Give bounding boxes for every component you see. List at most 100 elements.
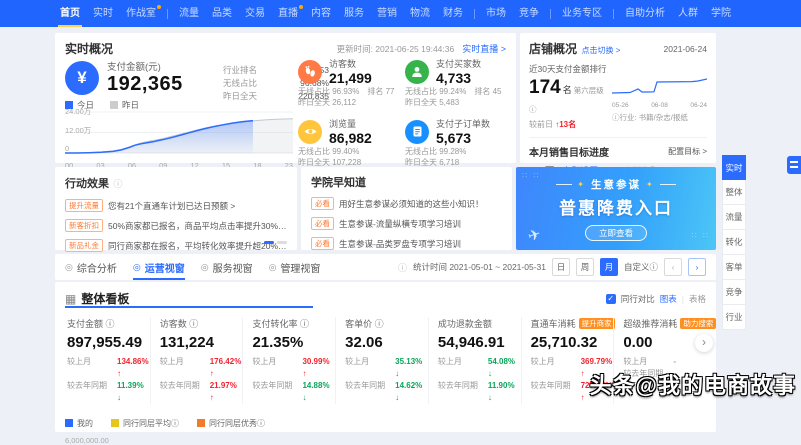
nav-item-self-analysis[interactable]: 自助分析 xyxy=(623,0,667,27)
next-period-button[interactable]: › xyxy=(688,258,706,276)
metric-sub-orders: 支付子订单数 5,673 无线占比 99.28% 昨日全天 6,718 xyxy=(405,117,507,168)
top-nav: 首页 实时 作战室 流量 品类 交易 直播 内容 服务 营销 物流 财务 市场 … xyxy=(0,0,801,27)
edge-float-tab[interactable] xyxy=(787,156,801,174)
nav-item-trade[interactable]: 交易 xyxy=(243,0,267,27)
banner-view-button[interactable]: 立即查看 xyxy=(585,225,647,241)
kanban-next-page-chevron[interactable]: › xyxy=(695,334,713,352)
rail-item-realtime[interactable]: 实时 xyxy=(722,155,746,180)
pay-amount-label: 支付金额(元) xyxy=(107,59,183,73)
metric-label: 支付子订单数 xyxy=(436,117,490,130)
peer-compare-checkbox[interactable]: ✓ xyxy=(606,294,616,304)
rail-item-industry[interactable]: 行业 xyxy=(722,305,746,330)
anchor-side-rail: 实时 整体 流量 转化 客单 竞争 行业 xyxy=(722,155,746,330)
tab-circle-icon: ◎ xyxy=(65,262,73,273)
realtime-title: 实时概况 xyxy=(65,40,113,57)
rail-item-conversion[interactable]: 转化 xyxy=(722,230,746,255)
rail-item-traffic[interactable]: 流量 xyxy=(722,205,746,230)
nav-item-category[interactable]: 品类 xyxy=(210,0,234,27)
range-custom-button[interactable]: 自定义ⓘ xyxy=(624,261,658,273)
spark-icon: ✦ xyxy=(646,180,655,189)
dashboard-page: 首页 实时 作战室 流量 品类 交易 直播 内容 服务 营销 物流 财务 市场 … xyxy=(0,0,801,400)
academy-link[interactable]: 用好生意参谋必须知道的这些小知识！ xyxy=(339,198,484,210)
analysis-toolbar: ◎综合分析 ◎运营视窗 ◎服务视窗 ◎管理视窗 ⓘ 统计时间 2021-05-0… xyxy=(55,254,716,280)
kanban-metric-conversion: 支付转化率 ⓘ 21.35% 较上月30.99% ↑ 较去年同期14.88% ↓ xyxy=(242,317,335,404)
nav-item-service[interactable]: 服务 xyxy=(342,0,366,27)
nav-item-academy[interactable]: 学院 xyxy=(709,0,733,27)
watermark-text: 头条@我的电商故事 xyxy=(590,368,796,400)
nav-item-home[interactable]: 首页 xyxy=(58,0,82,27)
tab-circle-icon: ◎ xyxy=(201,262,209,273)
academy-link[interactable]: 生意参谋-品类罗盘专项学习培训 xyxy=(339,238,461,250)
metric-pageviews: 浏览量 86,982 无线占比 99.40% 昨日全天 107,228 xyxy=(298,117,400,168)
nav-item-warroom[interactable]: 作战室 xyxy=(124,0,158,27)
carousel-dot-active[interactable] xyxy=(264,241,274,244)
metric-value: 5,673 xyxy=(436,130,490,146)
legend-peer-excellent[interactable]: 同行同层优秀ⓘ xyxy=(197,418,265,429)
spark-icon: ✦ xyxy=(577,180,586,189)
range-week-button[interactable]: 周 xyxy=(576,258,594,276)
nav-item-business-zone[interactable]: 业务专区 xyxy=(560,0,604,27)
view-chart-toggle[interactable]: 图表 xyxy=(660,293,677,305)
y-tick: 0 xyxy=(65,144,69,153)
view-table-toggle[interactable]: 表格 xyxy=(689,293,706,305)
range-month-button[interactable]: 月 xyxy=(600,258,618,276)
kanban-tab-underline xyxy=(65,306,313,308)
banner-deco-dots: ∷ ∷ xyxy=(692,231,710,240)
tab-service-window[interactable]: ◎服务视窗 xyxy=(201,254,253,280)
range-day-button[interactable]: 日 xyxy=(552,258,570,276)
promo-banner[interactable]: ∷ ∷ ∷ ∷ ✈ ✦ 生意参谋 ✦ 普惠降费入口 立即查看 xyxy=(516,167,716,250)
shop-overview-card: 店铺概况 点击切换 > 2021-06-24 近30天支付金额排行 174名第六… xyxy=(520,33,716,163)
action-link[interactable]: 同行商家都在报名，平均转化效率提升超20%，快速打… > xyxy=(108,240,287,252)
shop-date: 2021-06-24 xyxy=(664,44,707,54)
nav-item-live[interactable]: 直播 xyxy=(276,0,300,27)
metric-value: 86,982 xyxy=(329,130,372,146)
action-item: 提升流量 您有21个直通车计划已达日预额 > xyxy=(65,199,287,212)
metric-value: 21,499 xyxy=(329,70,372,86)
action-effect-card: 行动效果 ⓘ 提升流量 您有21个直通车计划已达日预额 > 新客折扣 50%商家… xyxy=(55,167,297,250)
y-tick: 24.00万 xyxy=(65,106,91,117)
nav-item-audience[interactable]: 人群 xyxy=(676,0,700,27)
prev-period-button[interactable]: ‹ xyxy=(664,258,682,276)
metric-label: 浏览量 xyxy=(329,117,372,130)
area-chart-svg xyxy=(65,109,293,155)
realtime-overview-card: 实时概况 更新时间: 2021-06-25 19:44:36 实时直播 > ¥ … xyxy=(55,33,516,163)
tab-operation-window[interactable]: ◎运营视窗 xyxy=(133,254,185,280)
action-link[interactable]: 您有21个直通车计划已达日预额 > xyxy=(108,200,235,212)
nav-item-content[interactable]: 内容 xyxy=(309,0,333,27)
nav-item-logistics[interactable]: 物流 xyxy=(408,0,432,27)
nav-item-finance[interactable]: 财务 xyxy=(441,0,465,27)
kanban-metric-refund: 成功退款金额 54,946.91 较上月54.08% ↓ 较去年同期11.90%… xyxy=(428,317,521,404)
rail-item-competition[interactable]: 竞争 xyxy=(722,280,746,305)
academy-item: 必看 生意参谋-品类罗盘专项学习培训 xyxy=(311,237,502,250)
tab-management-window[interactable]: ◎管理视窗 xyxy=(269,254,321,280)
shop-switch-link[interactable]: 点击切换 > xyxy=(581,46,620,55)
nav-item-competition[interactable]: 竞争 xyxy=(517,0,541,27)
action-link[interactable]: 50%商家都已报名，商品平均点击率提升30%，快速… > xyxy=(108,220,287,232)
rail-item-overall[interactable]: 整体 xyxy=(722,180,746,205)
nav-item-market[interactable]: 市场 xyxy=(484,0,508,27)
tab-circle-icon: ◎ xyxy=(269,262,277,273)
nav-divider xyxy=(167,9,168,19)
realtime-updated-time: 更新时间: 2021-06-25 19:44:36 xyxy=(337,43,455,55)
goal-config-link[interactable]: 配置目标 > xyxy=(668,146,707,157)
tab-comprehensive-analysis[interactable]: ◎综合分析 xyxy=(65,254,117,280)
realtime-live-link[interactable]: 实时直播 > xyxy=(462,42,506,55)
rail-item-avg-order[interactable]: 客单 xyxy=(722,255,746,280)
buyer-person-icon xyxy=(405,60,429,84)
legend-mine[interactable]: 我的 xyxy=(65,418,93,429)
shop-industry: ⓘ行业: 书籍/杂志/报纸 xyxy=(612,112,707,123)
stat-label: 昨日全天 xyxy=(223,90,257,103)
metric-label: 访客数 xyxy=(329,57,372,70)
kanban-metric-visitors: 访客数 ⓘ 131,224 较上月176.42% ↑ 较去年同期21.97% ↑ xyxy=(150,317,243,404)
action-item: 新品礼金 同行商家都在报名，平均转化效率提升超20%，快速打… > xyxy=(65,239,287,252)
nav-item-marketing[interactable]: 营销 xyxy=(375,0,399,27)
nav-item-realtime[interactable]: 实时 xyxy=(91,0,115,27)
banner-title: 普惠降费入口 xyxy=(559,194,673,219)
academy-link[interactable]: 生意参谋-流量纵横专项学习培训 xyxy=(339,218,461,230)
stat-time-range: 统计时间 2021-05-01 ~ 2021-05-31 xyxy=(413,261,546,273)
paper-plane-icon: ✈ xyxy=(526,224,544,245)
carousel-dot[interactable] xyxy=(277,241,287,244)
legend-peer-average[interactable]: 同行同层平均ⓘ xyxy=(111,418,179,429)
nav-item-traffic[interactable]: 流量 xyxy=(177,0,201,27)
must-read-tag: 必看 xyxy=(311,197,334,210)
